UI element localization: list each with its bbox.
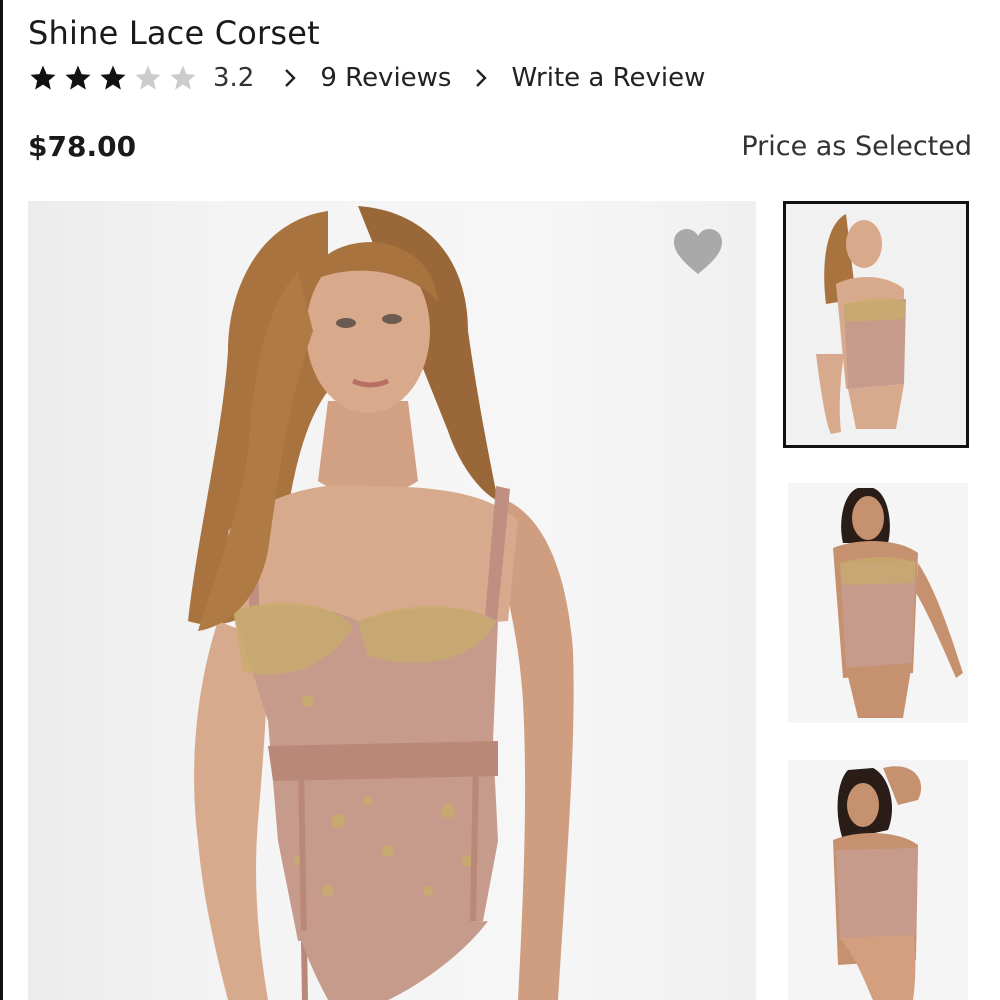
star-icon-4 (135, 65, 161, 90)
product-price: $78.00 (28, 130, 137, 163)
reviews-link[interactable]: 9 Reviews (320, 63, 451, 93)
star-icon-1 (30, 65, 56, 90)
thumbnail-photo (788, 760, 968, 1000)
main-product-image[interactable] (28, 201, 756, 1000)
star-rating[interactable] (28, 63, 203, 93)
star-icon-2 (65, 65, 91, 90)
thumbnail-1-selected[interactable] (783, 201, 969, 448)
price-note: Price as Selected (741, 131, 972, 162)
product-title: Shine Lace Corset (28, 14, 320, 52)
star-icon-3 (100, 65, 126, 90)
thumbnail-3[interactable] (788, 760, 968, 1000)
chevron-right-icon (473, 66, 489, 90)
thumbnail-2[interactable] (788, 483, 968, 723)
write-review-link[interactable]: Write a Review (511, 63, 705, 93)
rating-row: 3.2 9 Reviews Write a Review (28, 60, 727, 96)
left-border-rule (0, 0, 3, 1000)
chevron-right-icon (282, 66, 298, 90)
rating-value: 3.2 (213, 63, 255, 93)
thumbnail-photo (786, 204, 966, 445)
thumbnail-photo (788, 483, 968, 723)
heart-icon[interactable] (672, 228, 724, 276)
model-photo-illustration (188, 206, 574, 1000)
star-icon-5 (170, 65, 196, 90)
